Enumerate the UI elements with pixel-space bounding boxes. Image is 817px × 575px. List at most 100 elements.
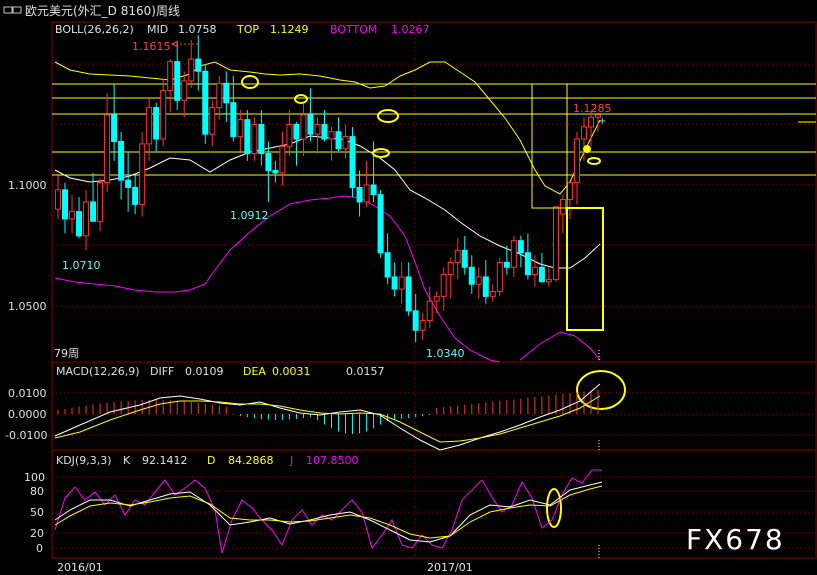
kdj-tick-4: 20 bbox=[30, 527, 44, 540]
boll-label: BOLL(26,26,2) bbox=[55, 23, 134, 36]
high-label-2: 1.1285 bbox=[573, 102, 612, 115]
kdj-d-value: 84.2868 bbox=[228, 454, 274, 467]
candle-body bbox=[216, 82, 223, 109]
candle-body bbox=[272, 169, 279, 174]
candle-body bbox=[503, 261, 510, 268]
candle-body bbox=[125, 179, 132, 188]
candle-body bbox=[97, 182, 104, 222]
boll-mid-label: MID bbox=[147, 23, 168, 36]
candle-body bbox=[314, 124, 321, 135]
candle-body bbox=[475, 276, 482, 285]
date-label-2: 2017/01 bbox=[427, 561, 473, 574]
window-title: 欧元美元(外汇_D 8160)周线 bbox=[25, 4, 180, 18]
candle-body bbox=[447, 261, 454, 276]
candle-body bbox=[69, 211, 76, 220]
candle-body bbox=[286, 124, 293, 147]
candle-body bbox=[76, 211, 83, 237]
date-label-1: 2016/01 bbox=[57, 561, 103, 574]
price-tick-2: 1.0500 bbox=[8, 300, 47, 313]
candle-body bbox=[580, 126, 587, 140]
candle-body bbox=[510, 240, 517, 268]
candle-body bbox=[139, 143, 146, 205]
candle-body bbox=[573, 138, 580, 184]
candle-body bbox=[412, 310, 419, 331]
candle-body bbox=[349, 136, 356, 188]
kdj-label: KDJ(9,3,3) bbox=[56, 454, 112, 467]
high-label-1: 1.1615 bbox=[132, 40, 171, 53]
kdj-j-label: J bbox=[289, 454, 293, 467]
kdj-tick-3: 50 bbox=[30, 506, 44, 519]
kdj-tick-1: 100 bbox=[24, 471, 45, 484]
kdj-k-value: 92.1412 bbox=[142, 454, 188, 467]
candle-body bbox=[293, 124, 300, 140]
period-count-label: 79周 bbox=[54, 347, 79, 360]
candle-body bbox=[524, 252, 531, 276]
low-label-2: 1.0710 bbox=[62, 259, 101, 272]
candle-body bbox=[468, 266, 475, 285]
boll-top-value: 1.1249 bbox=[270, 23, 309, 36]
macd-diff-value: 0.0109 bbox=[185, 365, 224, 378]
candle-body bbox=[496, 261, 503, 292]
candle-body bbox=[300, 114, 307, 140]
boll-top-label: TOP bbox=[236, 23, 259, 36]
candle-body bbox=[559, 199, 566, 215]
candle-body bbox=[426, 300, 433, 322]
candle-body bbox=[258, 124, 265, 155]
candle-body bbox=[279, 145, 286, 174]
candle-body bbox=[328, 131, 335, 140]
candle-body bbox=[160, 90, 167, 140]
candle-body bbox=[153, 107, 160, 140]
candle-body bbox=[405, 276, 412, 312]
price-tick-1: 1.1000 bbox=[8, 179, 47, 192]
candle-body bbox=[202, 70, 209, 135]
candle-body bbox=[440, 274, 447, 297]
kdj-tick-5: 0 bbox=[36, 542, 43, 555]
candle-body bbox=[174, 61, 181, 101]
candle-body bbox=[188, 58, 195, 82]
candle-body bbox=[111, 114, 118, 142]
candle-body bbox=[62, 189, 69, 220]
candle-body bbox=[237, 119, 244, 138]
boll-bottom-label: BOTTOM bbox=[330, 23, 377, 36]
candle-body bbox=[363, 184, 370, 203]
candle-body bbox=[342, 136, 349, 150]
candle-body bbox=[454, 249, 461, 263]
candle-body bbox=[538, 266, 545, 283]
candle-body bbox=[545, 278, 552, 283]
candle-body bbox=[307, 114, 314, 135]
macd-tick-2: 0.0000 bbox=[8, 408, 47, 421]
low-label-3: 1.0340 bbox=[426, 347, 465, 360]
candle-body bbox=[461, 249, 468, 268]
low-label-1: 1.0912 bbox=[230, 209, 269, 222]
candle-body bbox=[251, 124, 258, 155]
candle-body bbox=[83, 201, 90, 237]
last-price-cross: + bbox=[598, 116, 606, 127]
candle-body bbox=[132, 186, 139, 205]
chart-canvas: + 欧元美元(外汇_D 8160)周线 BOLL(26,26,2) MID 1.… bbox=[0, 0, 817, 575]
candle-body bbox=[223, 82, 230, 104]
candle-body bbox=[356, 186, 363, 203]
candle-body bbox=[419, 320, 426, 331]
watermark-logo: FX678 bbox=[686, 523, 785, 556]
kdj-d-label: D bbox=[207, 454, 215, 467]
macd-dea-value: 0.0031 bbox=[272, 365, 311, 378]
candle-body bbox=[370, 184, 377, 196]
candle-body bbox=[321, 124, 328, 140]
macd-value: 0.0157 bbox=[346, 365, 385, 378]
candle-body bbox=[195, 58, 202, 72]
macd-label: MACD(12,26,9) bbox=[56, 365, 140, 378]
candle-body bbox=[489, 290, 496, 297]
candle-body bbox=[587, 116, 594, 128]
candle-body bbox=[482, 276, 489, 297]
candle-body bbox=[531, 266, 538, 276]
candle-body bbox=[90, 201, 97, 222]
candle-body bbox=[398, 276, 405, 290]
candle-body bbox=[118, 140, 125, 181]
candle-body bbox=[335, 131, 342, 150]
candle-body bbox=[384, 252, 391, 278]
candle-body bbox=[181, 80, 188, 101]
dot-mark bbox=[583, 145, 591, 153]
kdj-k-label: K bbox=[123, 454, 131, 467]
candle-body bbox=[433, 295, 440, 302]
candle-body bbox=[55, 189, 61, 210]
